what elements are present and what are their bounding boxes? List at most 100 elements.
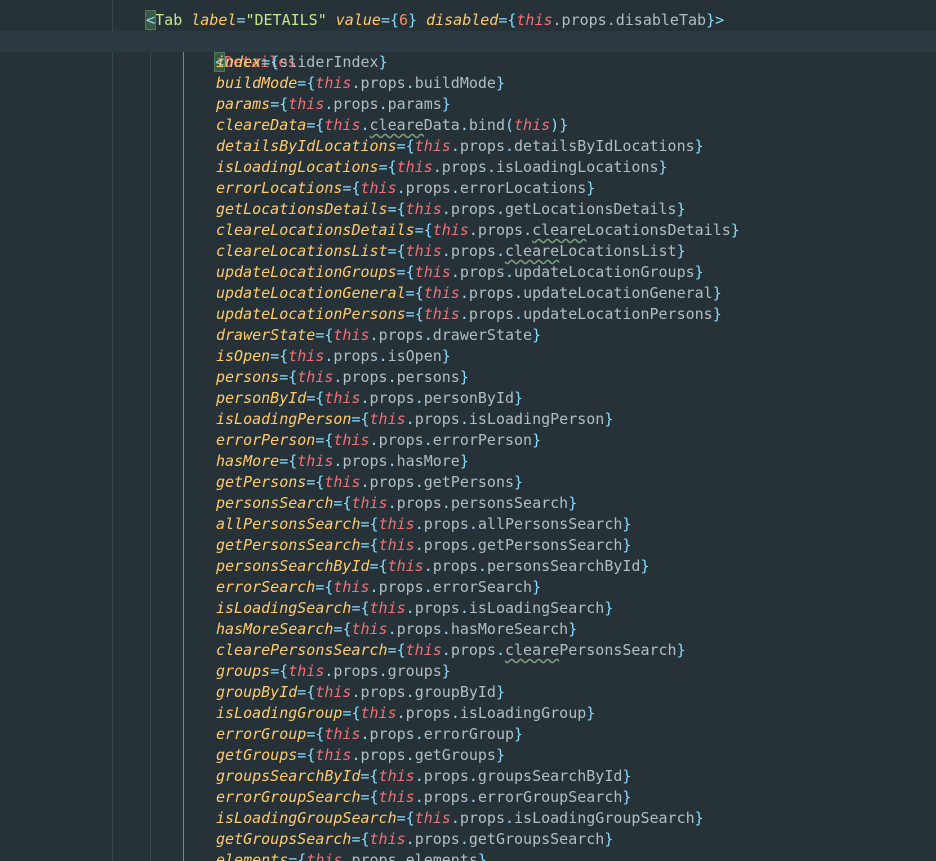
code-line-prop[interactable]: errorGroup={this.props.errorGroup} [0, 724, 936, 745]
this-keyword: this [514, 116, 551, 134]
props-object: props [414, 830, 460, 848]
code-line-prop[interactable]: cleareLocationsList={this.props.cleareLo… [0, 241, 936, 262]
prop-name: groupById [216, 683, 298, 701]
prop-value: hasMore [396, 452, 460, 470]
props-object: props [369, 473, 415, 491]
code-editor[interactable]: <Tab label="DETAILS" value={6} disabled=… [0, 0, 936, 861]
props-object: props [351, 851, 397, 861]
code-line-prop[interactable]: buildMode={this.props.buildMode} [0, 73, 936, 94]
props-object: props [414, 599, 460, 617]
props-object: props [450, 200, 496, 218]
prop-name: getGroupsSearch [216, 830, 352, 848]
prop-value: getLocationsDetails [505, 200, 677, 218]
prop-value: elements [405, 851, 478, 861]
prop-value: updateLocationGroups [514, 263, 695, 281]
props-object: props [360, 746, 406, 764]
prop-value: allPersonsSearch [477, 515, 623, 533]
this-keyword: this [378, 788, 415, 806]
code-line-prop[interactable]: allPersonsSearch={this.props.allPersonsS… [0, 514, 936, 535]
this-keyword: this [315, 683, 352, 701]
prop-name: cleareLocationsDetails [216, 221, 415, 239]
prop-value: getGroups [414, 746, 496, 764]
props-object: props [396, 620, 442, 638]
prop-name: allPersonsSearch [216, 515, 361, 533]
prop-name: persons [216, 368, 280, 386]
prop-value: groupsSearchById [477, 767, 623, 785]
prop-name: detailsByIdLocations [216, 137, 397, 155]
code-line-div[interactable]: <div> [0, 9, 936, 49]
code-line-prop[interactable]: errorGroupSearch={this.props.errorGroupS… [0, 787, 936, 808]
code-line-prop[interactable]: cleareData={this.cleareData.bind(this)} [0, 115, 936, 136]
code-line-prop[interactable]: personById={this.props.personById} [0, 388, 936, 409]
code-line-prop[interactable]: params={this.props.params} [0, 94, 936, 115]
code-line-prop[interactable]: updateLocationGeneral={this.props.update… [0, 283, 936, 304]
code-line-prop[interactable]: groups={this.props.groups} [0, 661, 936, 682]
code-line-prop[interactable]: clearePersonsSearch={this.props.clearePe… [0, 640, 936, 661]
prop-name: isOpen [216, 347, 271, 365]
this-keyword: this [369, 830, 406, 848]
prop-value: groups [387, 662, 442, 680]
this-keyword: this [351, 620, 388, 638]
prop-value: errorPerson [432, 431, 533, 449]
props-object: props [423, 515, 469, 533]
prop-name: personsSearchById [216, 557, 370, 575]
code-line-prop[interactable]: isLoadingPerson={this.props.isLoadingPer… [0, 409, 936, 430]
props-object: props [459, 137, 505, 155]
props-object: props [360, 74, 406, 92]
prop-name: drawerState [216, 326, 316, 344]
this-keyword: this [315, 74, 352, 92]
code-line-prop[interactable]: isLoadingGroup={this.props.isLoadingGrou… [0, 703, 936, 724]
props-object: props [333, 662, 379, 680]
props-object: props [396, 494, 442, 512]
code-line-prop[interactable]: elements={this.props.elements} [0, 850, 936, 861]
code-line-prop[interactable]: updateLocationGroups={this.props.updateL… [0, 262, 936, 283]
code-line-prop[interactable]: persons={this.props.persons} [0, 367, 936, 388]
prop-name: getGroups [216, 746, 298, 764]
this-keyword: this [432, 221, 469, 239]
prop-value: isOpen [387, 347, 442, 365]
prop-value: persons [396, 368, 460, 386]
this-keyword: this [324, 389, 361, 407]
prop-name: hasMore [216, 452, 280, 470]
props-object: props [468, 305, 515, 323]
props-object: props [423, 536, 469, 554]
code-line-prop[interactable]: cleareLocationsDetails={this.props.clear… [0, 220, 936, 241]
prop-value: buildMode [414, 74, 496, 92]
this-keyword: this [315, 746, 352, 764]
code-line-prop[interactable]: errorPerson={this.props.errorPerson} [0, 430, 936, 451]
code-line-prop[interactable]: hasMore={this.props.hasMore} [0, 451, 936, 472]
code-line-prop[interactable]: groupsSearchById={this.props.groupsSearc… [0, 766, 936, 787]
code-line-prop[interactable]: errorLocations={this.props.errorLocation… [0, 178, 936, 199]
props-object: props [369, 389, 415, 407]
code-line-prop[interactable]: detailsByIdLocations={this.props.details… [0, 136, 936, 157]
this-keyword: this [378, 515, 415, 533]
code-line-prop[interactable]: personsSearch={this.props.personsSearch} [0, 493, 936, 514]
code-line-prop[interactable]: isLoadingLocations={this.props.isLoading… [0, 157, 936, 178]
prop-value: personsSearch [450, 494, 569, 512]
code-line-prop[interactable]: getLocationsDetails={this.props.getLocat… [0, 199, 936, 220]
code-line-component[interactable]: <Detailes [0, 31, 936, 72]
code-line-prop[interactable]: groupById={this.props.groupById} [0, 682, 936, 703]
prop-name: buildMode [216, 74, 298, 92]
this-keyword: this [333, 578, 370, 596]
prop-name: isLoadingGroupSearch [216, 809, 397, 827]
code-line-prop[interactable]: isLoadingGroupSearch={this.props.isLoadi… [0, 808, 936, 829]
code-line-prop[interactable]: personsSearchById={this.props.personsSea… [0, 556, 936, 577]
code-line-prop[interactable]: errorSearch={this.props.errorSearch} [0, 577, 936, 598]
prop-name: hasMoreSearch [216, 620, 334, 638]
code-line-prop[interactable]: drawerState={this.props.drawerState} [0, 325, 936, 346]
this-keyword: this [288, 347, 325, 365]
code-line-prop[interactable]: updateLocationPersons={this.props.update… [0, 304, 936, 325]
code-line-prop[interactable]: getPersons={this.props.getPersons} [0, 472, 936, 493]
code-line-prop[interactable]: isOpen={this.props.isOpen} [0, 346, 936, 367]
props-object: props [378, 578, 424, 596]
prop-name: getPersons [216, 473, 307, 491]
code-line-prop[interactable]: isLoadingSearch={this.props.isLoadingSea… [0, 598, 936, 619]
code-line-prop[interactable]: index={sliderIndex} [0, 52, 936, 73]
code-line-prop[interactable]: getGroups={this.props.getGroups} [0, 745, 936, 766]
code-line-prop[interactable]: getPersonsSearch={this.props.getPersonsS… [0, 535, 936, 556]
prop-name: getPersonsSearch [216, 536, 361, 554]
code-line-prop[interactable]: hasMoreSearch={this.props.hasMoreSearch} [0, 619, 936, 640]
code-line-prop[interactable]: getGroupsSearch={this.props.getGroupsSea… [0, 829, 936, 850]
prop-name: groupsSearchById [216, 767, 361, 785]
